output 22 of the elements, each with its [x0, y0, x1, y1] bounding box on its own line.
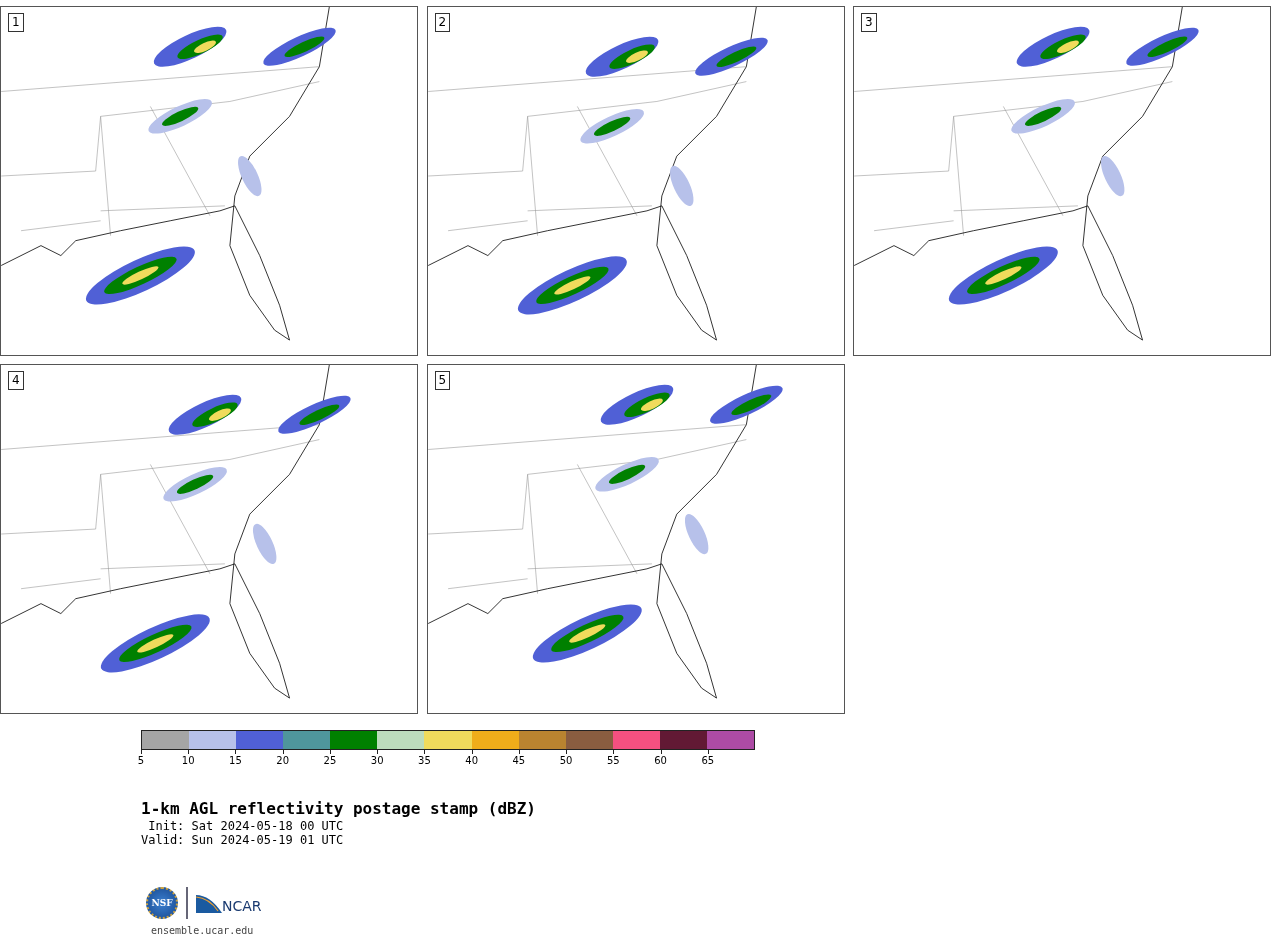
colorbar-tick-label: 15: [229, 755, 242, 766]
colorbar-tick-label: 30: [370, 755, 384, 766]
panel-number: 4: [8, 371, 24, 390]
colorbar-tick-label: 5: [137, 755, 145, 766]
colorbar-tick-label: 40: [465, 755, 478, 766]
colorbar-tick-label: 20: [276, 755, 290, 766]
init-time: Init: Sat 2024-05-18 00 UTC: [147, 819, 345, 833]
colorbar-tick-label: 10: [181, 755, 195, 766]
colorbar-tick-label: 60: [654, 755, 667, 766]
panel-number: 3: [861, 13, 877, 32]
colorbar-tick-label: 65: [701, 755, 715, 766]
valid-time: Valid: Sun 2024-05-19 01 UTC: [141, 833, 345, 847]
colorbar-tick-label: 45: [512, 755, 526, 766]
colorbar-tick-label: 25: [323, 755, 337, 766]
ncar-logo: NCAR: [196, 893, 262, 913]
nsf-logo: NSF: [146, 887, 178, 919]
colorbar-tick-label: 35: [418, 755, 431, 766]
chart-title: 1-km AGL reflectivity postage stamp (dBZ): [141, 799, 537, 819]
colorbar-tick-label: 50: [559, 755, 573, 766]
website-url: ensemble.ucar.edu: [151, 925, 255, 936]
panel-number: 1: [8, 13, 24, 32]
colorbar-tick-label: 55: [607, 755, 620, 766]
